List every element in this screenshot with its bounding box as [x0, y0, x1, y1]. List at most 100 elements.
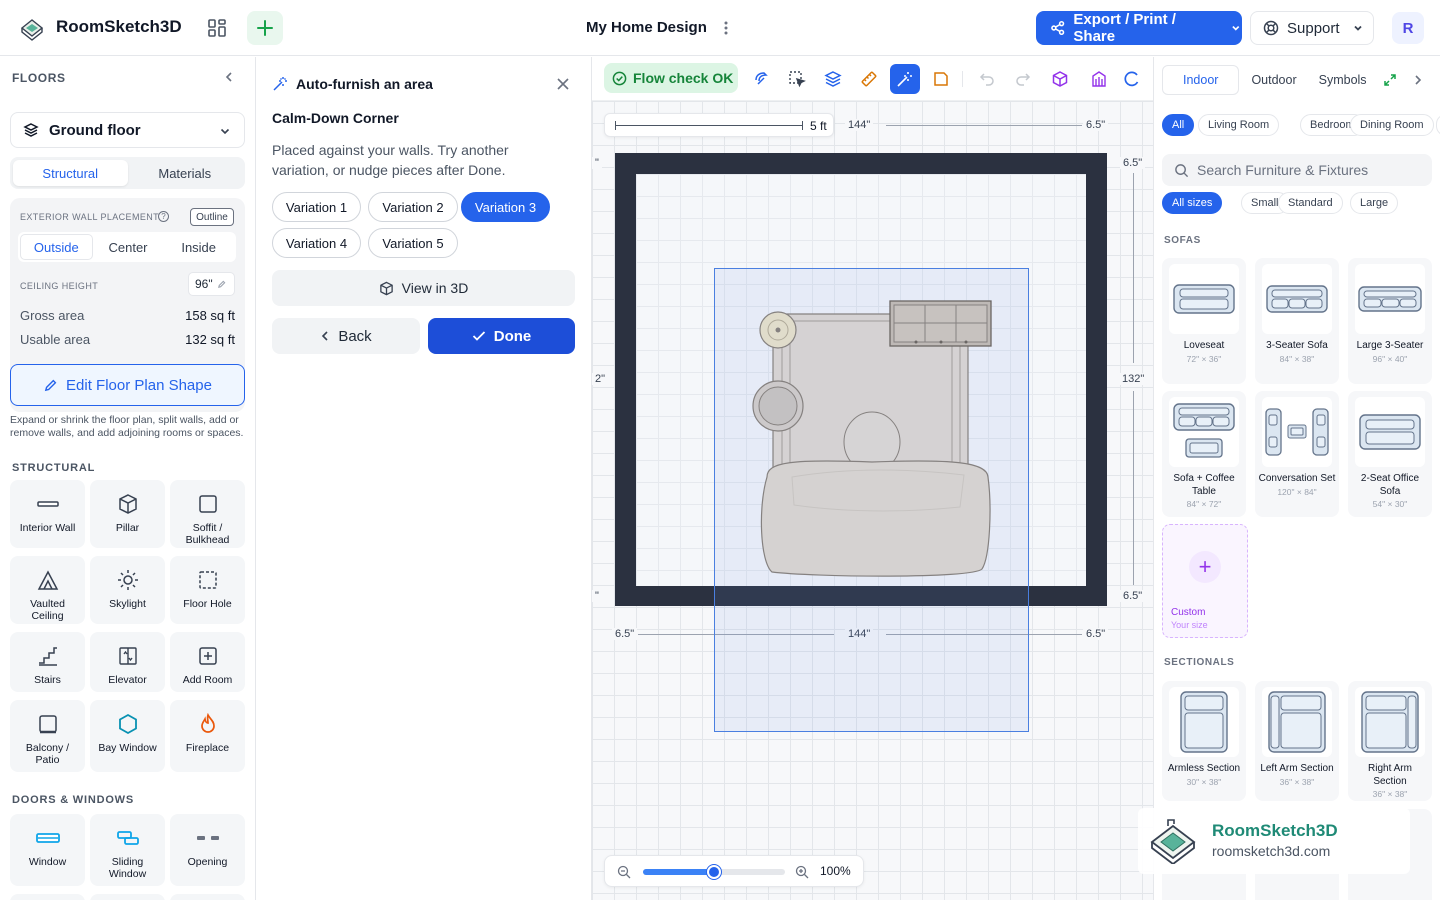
- size-all[interactable]: All sizes: [1162, 192, 1223, 214]
- collapse-sidebar-icon[interactable]: [222, 69, 236, 85]
- variation-3-button[interactable]: Variation 3: [461, 192, 550, 222]
- furniture-card-conversation-set[interactable]: Conversation Set 120" × 84": [1255, 391, 1339, 517]
- view-in-3d-button[interactable]: View in 3D: [272, 270, 575, 306]
- furniture-name: Conversation Set: [1258, 473, 1336, 484]
- done-label: Done: [493, 327, 532, 345]
- tool-more-3[interactable]: [170, 894, 245, 900]
- furniture-card-sofa-coffee-table[interactable]: Sofa + Coffee Table 84" × 72": [1162, 391, 1246, 517]
- tab-outdoor[interactable]: Outdoor: [1241, 65, 1306, 95]
- tool-elevator[interactable]: Elevator: [90, 632, 165, 692]
- ceiling-height-value: 96": [195, 277, 213, 291]
- window-icon: [34, 824, 62, 852]
- furniture-card-left-arm-section[interactable]: Left Arm Section 36" × 38": [1255, 681, 1339, 801]
- expand-icon[interactable]: [1382, 72, 1398, 88]
- tool-fireplace[interactable]: Fireplace: [170, 700, 245, 772]
- tool-skylight[interactable]: Skylight: [90, 556, 165, 624]
- zoom-slider-handle[interactable]: [707, 865, 721, 879]
- tool-bay-window[interactable]: Bay Window: [90, 700, 165, 772]
- zoom-in-icon[interactable]: [795, 865, 809, 879]
- zoom-out-icon[interactable]: [617, 865, 631, 879]
- variation-1-button[interactable]: Variation 1: [272, 192, 361, 222]
- tab-materials[interactable]: Materials: [128, 160, 243, 186]
- tool-window[interactable]: Window: [10, 814, 85, 886]
- tool-opening[interactable]: Opening: [170, 814, 245, 886]
- tool-add-room[interactable]: Add Room: [170, 632, 245, 692]
- furniture-card-loveseat[interactable]: Loveseat 72" × 36": [1162, 258, 1246, 384]
- variation-5-button[interactable]: Variation 5: [368, 228, 458, 258]
- back-label: Back: [338, 327, 372, 345]
- edit-floor-plan-shape-button[interactable]: Edit Floor Plan Shape: [10, 364, 245, 406]
- tab-indoor[interactable]: Indoor: [1162, 65, 1240, 95]
- furniture-card-large-3-seater[interactable]: Large 3-Seater 96" × 40": [1348, 258, 1432, 384]
- placement-outside[interactable]: Outside: [20, 234, 93, 260]
- tab-structural[interactable]: Structural: [13, 160, 128, 186]
- tool-floor-hole[interactable]: Floor Hole: [170, 556, 245, 624]
- tool-more-1[interactable]: [10, 894, 85, 900]
- furniture-size: 120" × 84": [1277, 486, 1317, 497]
- furniture-card-3-seater-sofa[interactable]: 3-Seater Sofa 84" × 38": [1255, 258, 1339, 384]
- tool-stairs[interactable]: Stairs: [10, 632, 85, 692]
- furniture-name: Right Arm Section: [1368, 763, 1412, 787]
- tool-label: Fireplace: [185, 742, 230, 754]
- export-label: Export / Print / Share: [1073, 11, 1176, 45]
- usable-area-label: Usable area: [20, 332, 91, 347]
- tab-symbols[interactable]: Symbols: [1309, 65, 1377, 95]
- help-icon[interactable]: ?: [158, 211, 169, 222]
- left-arm-section-icon: [1262, 687, 1332, 757]
- filter-dining-room[interactable]: Dining Room: [1350, 114, 1434, 136]
- stairs-icon: [34, 642, 62, 670]
- size-standard[interactable]: Standard: [1278, 192, 1343, 214]
- tool-more-2[interactable]: [90, 894, 165, 900]
- placement-center[interactable]: Center: [93, 234, 164, 260]
- outline-toggle[interactable]: Outline: [190, 208, 234, 226]
- app-logo-icon[interactable]: [18, 14, 46, 42]
- tool-interior-wall[interactable]: Interior Wall: [10, 480, 85, 548]
- placement-inside[interactable]: Inside: [163, 234, 234, 260]
- done-button[interactable]: Done: [428, 318, 575, 354]
- filter-all[interactable]: All: [1162, 114, 1195, 136]
- furniture-card-2-seat-office-sofa[interactable]: 2-Seat Office Sofa 54" × 30": [1348, 391, 1432, 517]
- search-input[interactable]: [1197, 162, 1417, 178]
- tool-soffit[interactable]: Soffit / Bulkhead: [170, 480, 245, 548]
- large-sofa-icon: [1355, 264, 1425, 334]
- user-avatar[interactable]: R: [1392, 12, 1424, 44]
- projects-grid-button[interactable]: [200, 12, 234, 44]
- close-icon[interactable]: [555, 76, 571, 92]
- export-button[interactable]: Export / Print / Share: [1036, 11, 1242, 45]
- furniture-name: Loveseat: [1183, 340, 1225, 351]
- size-large[interactable]: Large: [1350, 192, 1399, 214]
- floor-plan-canvas[interactable]: Flow check OK 5 ft 144" 6.5" 6.5" 132" 6…: [592, 57, 1153, 900]
- ceiling-height-field[interactable]: 96": [188, 272, 235, 296]
- sofa-coffee-table-icon: [1169, 397, 1239, 467]
- tool-label: Add Room: [182, 674, 233, 686]
- variation-4-button[interactable]: Variation 4: [272, 228, 361, 258]
- chevron-right-icon[interactable]: [1410, 72, 1426, 88]
- add-room-icon: [194, 642, 222, 670]
- tool-pillar[interactable]: Pillar: [90, 480, 165, 548]
- furniture-card-right-arm-section[interactable]: Right Arm Section 36" × 38": [1348, 681, 1432, 801]
- support-button[interactable]: Support: [1250, 11, 1374, 45]
- tool-vaulted-ceiling[interactable]: Vaulted Ceiling: [10, 556, 85, 624]
- auto-furnish-area-selection[interactable]: [714, 268, 1029, 732]
- document-menu-icon[interactable]: [719, 18, 733, 38]
- new-design-button[interactable]: [247, 11, 283, 45]
- tool-balcony[interactable]: Balcony / Patio: [10, 700, 85, 772]
- pencil-icon: [44, 379, 57, 391]
- tool-label: Interior Wall: [19, 522, 76, 534]
- floor-select[interactable]: Ground floor: [10, 112, 245, 148]
- filter-more[interactable]: [1436, 114, 1440, 136]
- document-title[interactable]: My Home Design: [586, 19, 707, 36]
- custom-size-card[interactable]: + Custom Your size: [1162, 524, 1248, 638]
- tool-sliding-window[interactable]: Sliding Window: [90, 814, 165, 886]
- zoom-slider[interactable]: [643, 865, 785, 879]
- variation-2-button[interactable]: Variation 2: [368, 192, 458, 222]
- furniture-card-armless-section[interactable]: Armless Section 30" × 38": [1162, 681, 1246, 801]
- back-button[interactable]: Back: [272, 318, 420, 354]
- custom-label: Custom: [1171, 607, 1206, 618]
- gross-area-value: 158 sq ft: [185, 308, 235, 323]
- tool-label: Stairs: [34, 674, 61, 686]
- furniture-search[interactable]: [1162, 154, 1432, 186]
- area-name: Calm-Down Corner: [272, 110, 399, 126]
- tool-label: Window: [28, 856, 67, 868]
- filter-living-room[interactable]: Living Room: [1198, 114, 1280, 136]
